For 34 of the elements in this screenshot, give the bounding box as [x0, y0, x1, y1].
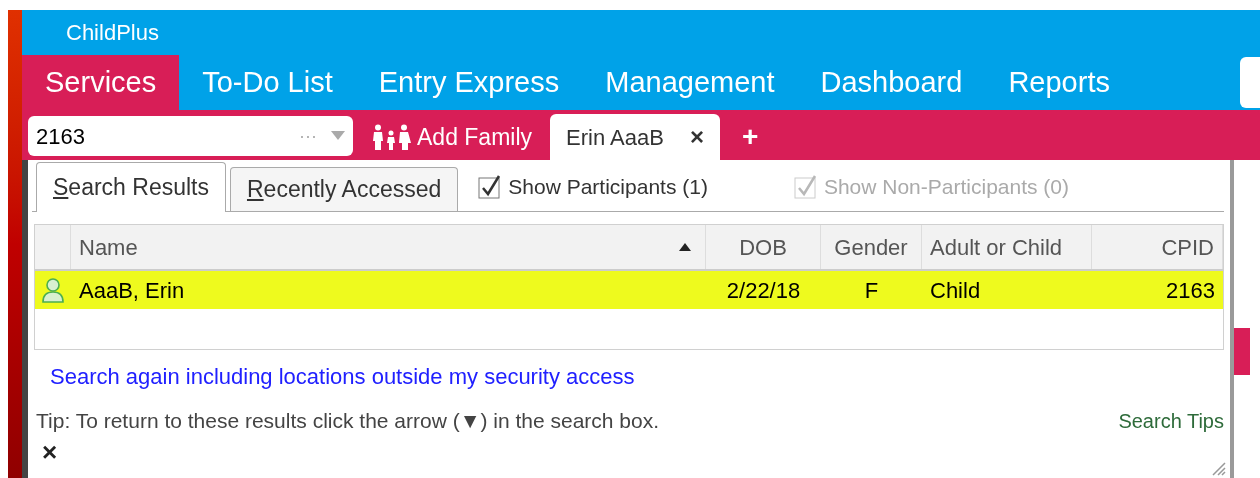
person-icon	[42, 277, 64, 303]
column-header[interactable]: DOB	[706, 225, 821, 269]
results-tab[interactable]: Recently Accessed	[229, 167, 459, 211]
app-title: ChildPlus	[66, 19, 159, 47]
table-cell-text: 2/22/18	[726, 276, 801, 305]
table-cell-text: AaaB, Erin	[79, 276, 185, 305]
table-cell-text: Child	[930, 276, 981, 305]
search-again-link[interactable]: Search again including locations outside my security access	[50, 360, 635, 393]
column-header[interactable]: CPID	[1092, 225, 1223, 269]
record-tab-label: Erin AaaB	[566, 123, 664, 152]
checkbox-label: Show Non-Participants (0)	[823, 174, 1069, 201]
background-panel	[1234, 328, 1250, 375]
column-header[interactable]: Adult or Child	[922, 225, 1092, 269]
tip-text: Tip: To return to these results click the arrow (▼) in the search box.	[36, 408, 660, 434]
results-tab[interactable]: Search Results	[36, 162, 226, 212]
table-cell-text: F	[864, 276, 879, 305]
checkbox[interactable]	[478, 175, 503, 199]
nav-tab[interactable]: Services	[22, 55, 180, 110]
table-row[interactable]: AaaB, Erin 2/22/18 F Child 2163	[35, 271, 1223, 309]
dropdown-arrow-icon[interactable]	[331, 131, 345, 141]
column-header[interactable]: Gender	[821, 225, 922, 269]
checkbox-label: Show Participants (1)	[508, 174, 708, 201]
search-field[interactable]: 2163 ···	[28, 116, 353, 156]
close-tab-button[interactable]: ×	[689, 119, 704, 155]
search-tips-link[interactable]: Search Tips	[1118, 405, 1224, 436]
search-value: 2163	[36, 122, 86, 151]
record-tab[interactable]: Erin AaaB ×	[550, 114, 720, 160]
add-family-button[interactable]: Add Family	[357, 114, 547, 160]
close-button[interactable]: ×	[42, 436, 58, 467]
new-tab-button[interactable]: +	[723, 114, 777, 160]
column-header[interactable]: Name	[71, 225, 706, 269]
search-box[interactable]	[1240, 57, 1260, 108]
family-icon	[371, 124, 411, 150]
table-cell-text: 2163	[1166, 276, 1215, 305]
